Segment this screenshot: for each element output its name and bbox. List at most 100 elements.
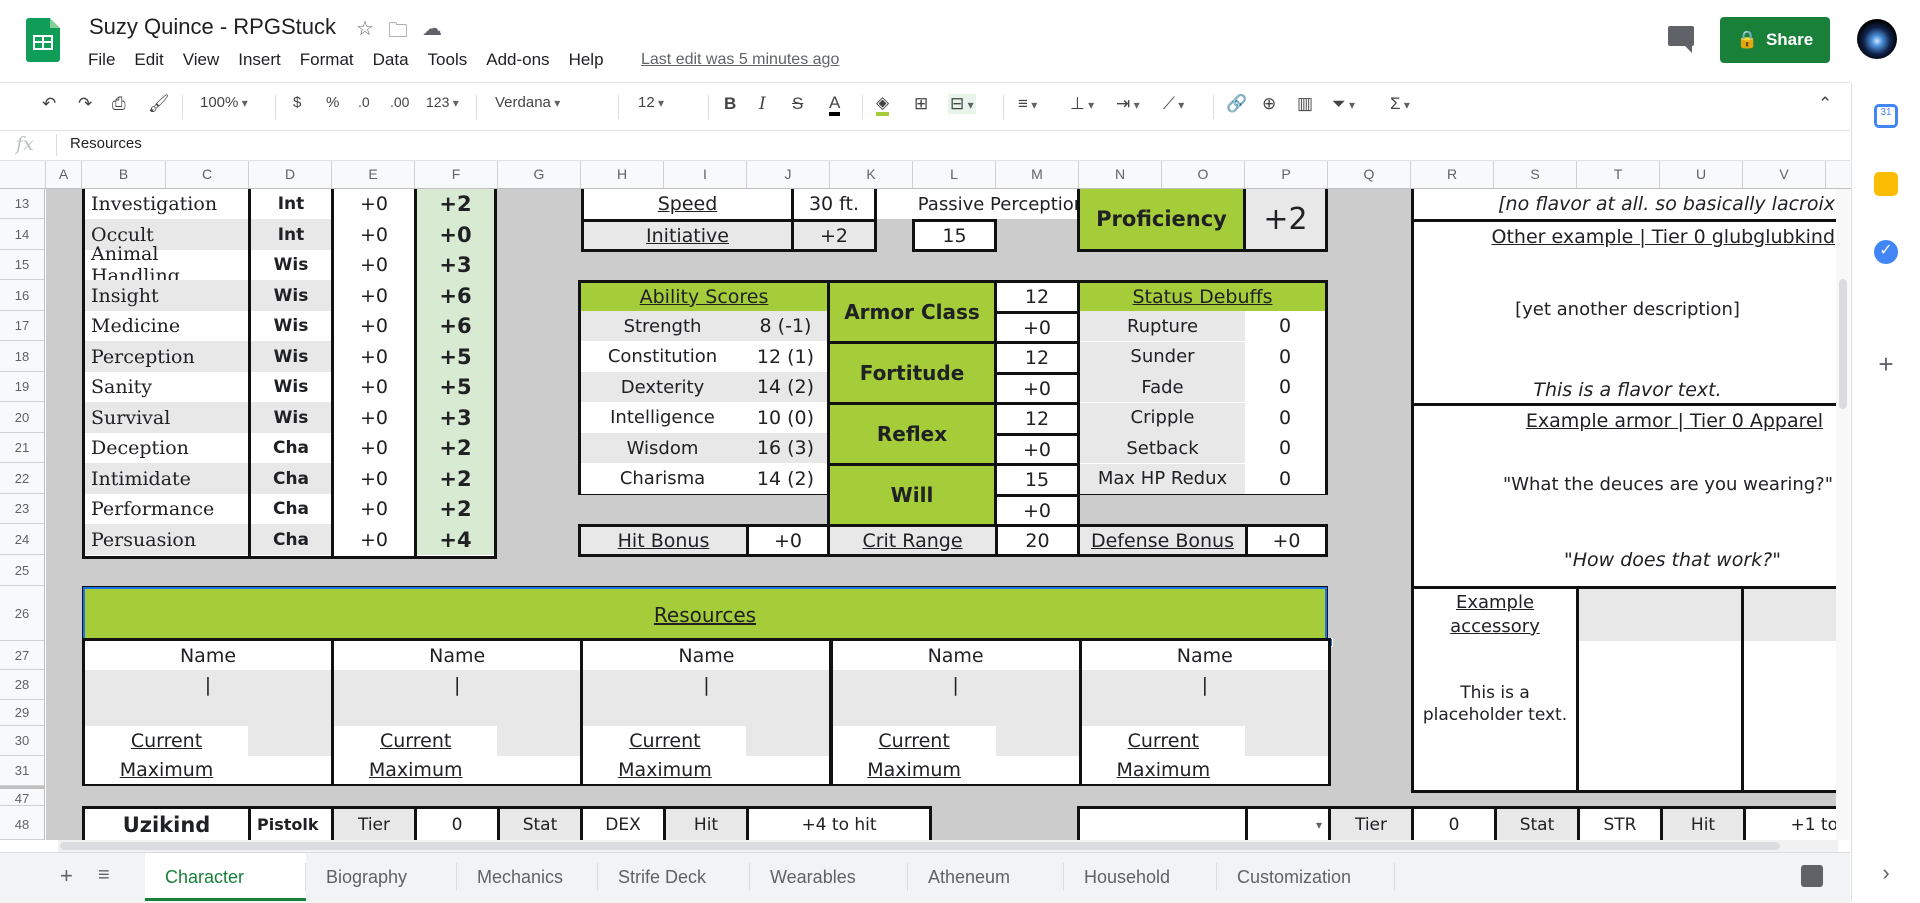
font-select[interactable]: Verdana: [495, 94, 605, 111]
cloud-status-icon[interactable]: ☁: [422, 16, 442, 50]
functions-icon[interactable]: Σ: [1390, 94, 1410, 114]
resource-current-value[interactable]: [746, 726, 830, 756]
insert-comment-icon[interactable]: ⊕: [1262, 94, 1276, 114]
zoom-select[interactable]: 100%: [200, 94, 248, 111]
resource-name-input[interactable]: |: [85, 670, 331, 726]
column-header[interactable]: C: [166, 161, 249, 188]
spreadsheet-grid[interactable]: Investigation Int +0 +2 Occult Int +0 +0 Animal …: [46, 189, 1836, 840]
column-header[interactable]: P: [1245, 161, 1328, 188]
explore-icon[interactable]: [1801, 865, 1823, 887]
resource-maximum-value[interactable]: [497, 756, 581, 784]
filter-icon[interactable]: ⏷: [1332, 94, 1355, 114]
tab-biography[interactable]: Biography: [306, 853, 457, 901]
tab-character[interactable]: Character: [145, 853, 306, 901]
share-button[interactable]: 🔒 Share: [1720, 17, 1830, 63]
strikethrough-icon[interactable]: S: [792, 94, 803, 114]
document-title[interactable]: Suzy Quince - RPGStuck: [89, 14, 336, 40]
resource-maximum-value[interactable]: [995, 756, 1079, 784]
resource-current-value[interactable]: [1244, 726, 1328, 756]
column-header[interactable]: V: [1743, 161, 1826, 188]
avatar[interactable]: [1857, 19, 1897, 59]
tab-atheneum[interactable]: Atheneum: [908, 853, 1064, 901]
row-header[interactable]: 19: [0, 372, 44, 402]
resource-maximum-value[interactable]: [248, 756, 331, 784]
merge-cells-icon[interactable]: ⊟: [948, 94, 976, 114]
italic-icon[interactable]: I: [759, 94, 766, 114]
row-header[interactable]: 22: [0, 463, 44, 494]
weapon-kind-select-2[interactable]: ▾: [1248, 809, 1328, 840]
row-header[interactable]: 25: [0, 555, 44, 586]
text-color-icon[interactable]: A: [829, 94, 841, 116]
currency-format-button[interactable]: $: [293, 94, 301, 111]
resource-current-value[interactable]: [995, 726, 1079, 756]
paint-format-icon[interactable]: 🖌: [148, 94, 170, 114]
print-icon[interactable]: ⎙: [112, 94, 126, 114]
calendar-icon[interactable]: 31: [1874, 104, 1898, 128]
font-size-select[interactable]: 12: [638, 94, 698, 111]
menu-edit[interactable]: Edit: [134, 50, 163, 70]
more-formats-select[interactable]: 123: [426, 94, 459, 110]
row-header[interactable]: 26: [0, 586, 44, 641]
menu-insert[interactable]: Insert: [238, 50, 281, 70]
sheets-logo[interactable]: [26, 18, 60, 62]
row-header[interactable]: 48: [0, 809, 44, 840]
row-header[interactable]: 29: [0, 700, 44, 726]
menu-help[interactable]: Help: [569, 50, 604, 70]
formula-input[interactable]: Resources: [70, 135, 142, 152]
comment-history-icon[interactable]: [1668, 26, 1694, 53]
tasks-icon[interactable]: ✓: [1874, 240, 1898, 264]
column-header[interactable]: E: [332, 161, 415, 188]
column-header[interactable]: I: [664, 161, 747, 188]
add-on-plus-icon[interactable]: +: [1874, 351, 1898, 377]
insert-link-icon[interactable]: 🔗: [1226, 94, 1247, 114]
horizontal-scroll-thumb[interactable]: [60, 842, 1780, 850]
row-header[interactable]: 27: [0, 641, 44, 670]
row-header[interactable]: 28: [0, 670, 44, 700]
column-header[interactable]: H: [581, 161, 664, 188]
star-icon[interactable]: ☆: [356, 16, 374, 50]
weapon-kind-select[interactable]: Pistolk: [251, 809, 331, 840]
row-header[interactable]: 21: [0, 433, 44, 463]
last-edit-link[interactable]: Last edit was 5 minutes ago: [641, 51, 839, 69]
increase-decimal-button[interactable]: .00: [390, 94, 409, 110]
tab-customization[interactable]: Customization: [1217, 853, 1395, 901]
column-header[interactable]: J: [747, 161, 830, 188]
menu-data[interactable]: Data: [373, 50, 409, 70]
column-header[interactable]: N: [1079, 161, 1162, 188]
text-wrapping-icon[interactable]: ⇥: [1116, 94, 1140, 114]
resource-name-input[interactable]: |: [832, 670, 1079, 726]
keep-icon[interactable]: [1874, 172, 1898, 196]
column-header[interactable]: U: [1660, 161, 1743, 188]
vertical-scroll-thumb[interactable]: [1839, 279, 1847, 409]
resource-maximum-value[interactable]: [1244, 756, 1328, 784]
row-header[interactable]: 30: [0, 726, 44, 756]
row-header[interactable]: 16: [0, 280, 44, 311]
move-folder-icon[interactable]: 🗀: [388, 16, 408, 50]
borders-icon[interactable]: ⊞: [914, 94, 928, 114]
tab-strife-deck[interactable]: Strife Deck: [598, 853, 750, 901]
row-header[interactable]: 17: [0, 311, 44, 341]
select-all-corner[interactable]: [0, 161, 46, 188]
resource-name-input[interactable]: |: [334, 670, 581, 726]
expand-panel-icon[interactable]: ›: [1874, 860, 1898, 885]
column-header[interactable]: O: [1162, 161, 1245, 188]
resource-name-input[interactable]: |: [1081, 670, 1328, 726]
column-header[interactable]: R: [1411, 161, 1494, 188]
horizontal-scrollbar[interactable]: [58, 840, 1838, 852]
add-sheet-icon[interactable]: +: [60, 863, 73, 889]
row-header[interactable]: 23: [0, 494, 44, 524]
menu-addons[interactable]: Add-ons: [486, 50, 549, 70]
fill-color-icon[interactable]: ◈: [876, 94, 890, 116]
tab-household[interactable]: Household: [1064, 853, 1217, 901]
collapse-toolbar-icon[interactable]: ⌃: [1818, 94, 1832, 114]
menu-file[interactable]: File: [88, 50, 115, 70]
menu-view[interactable]: View: [183, 50, 220, 70]
resource-maximum-value[interactable]: [746, 756, 830, 784]
column-header[interactable]: L: [913, 161, 996, 188]
row-header[interactable]: 47: [0, 786, 44, 806]
column-header[interactable]: F: [415, 161, 498, 188]
vertical-scrollbar[interactable]: [1836, 189, 1850, 840]
row-header[interactable]: 15: [0, 250, 44, 280]
row-header[interactable]: 24: [0, 524, 44, 555]
resources-header-cell[interactable]: Resources: [82, 586, 1328, 641]
